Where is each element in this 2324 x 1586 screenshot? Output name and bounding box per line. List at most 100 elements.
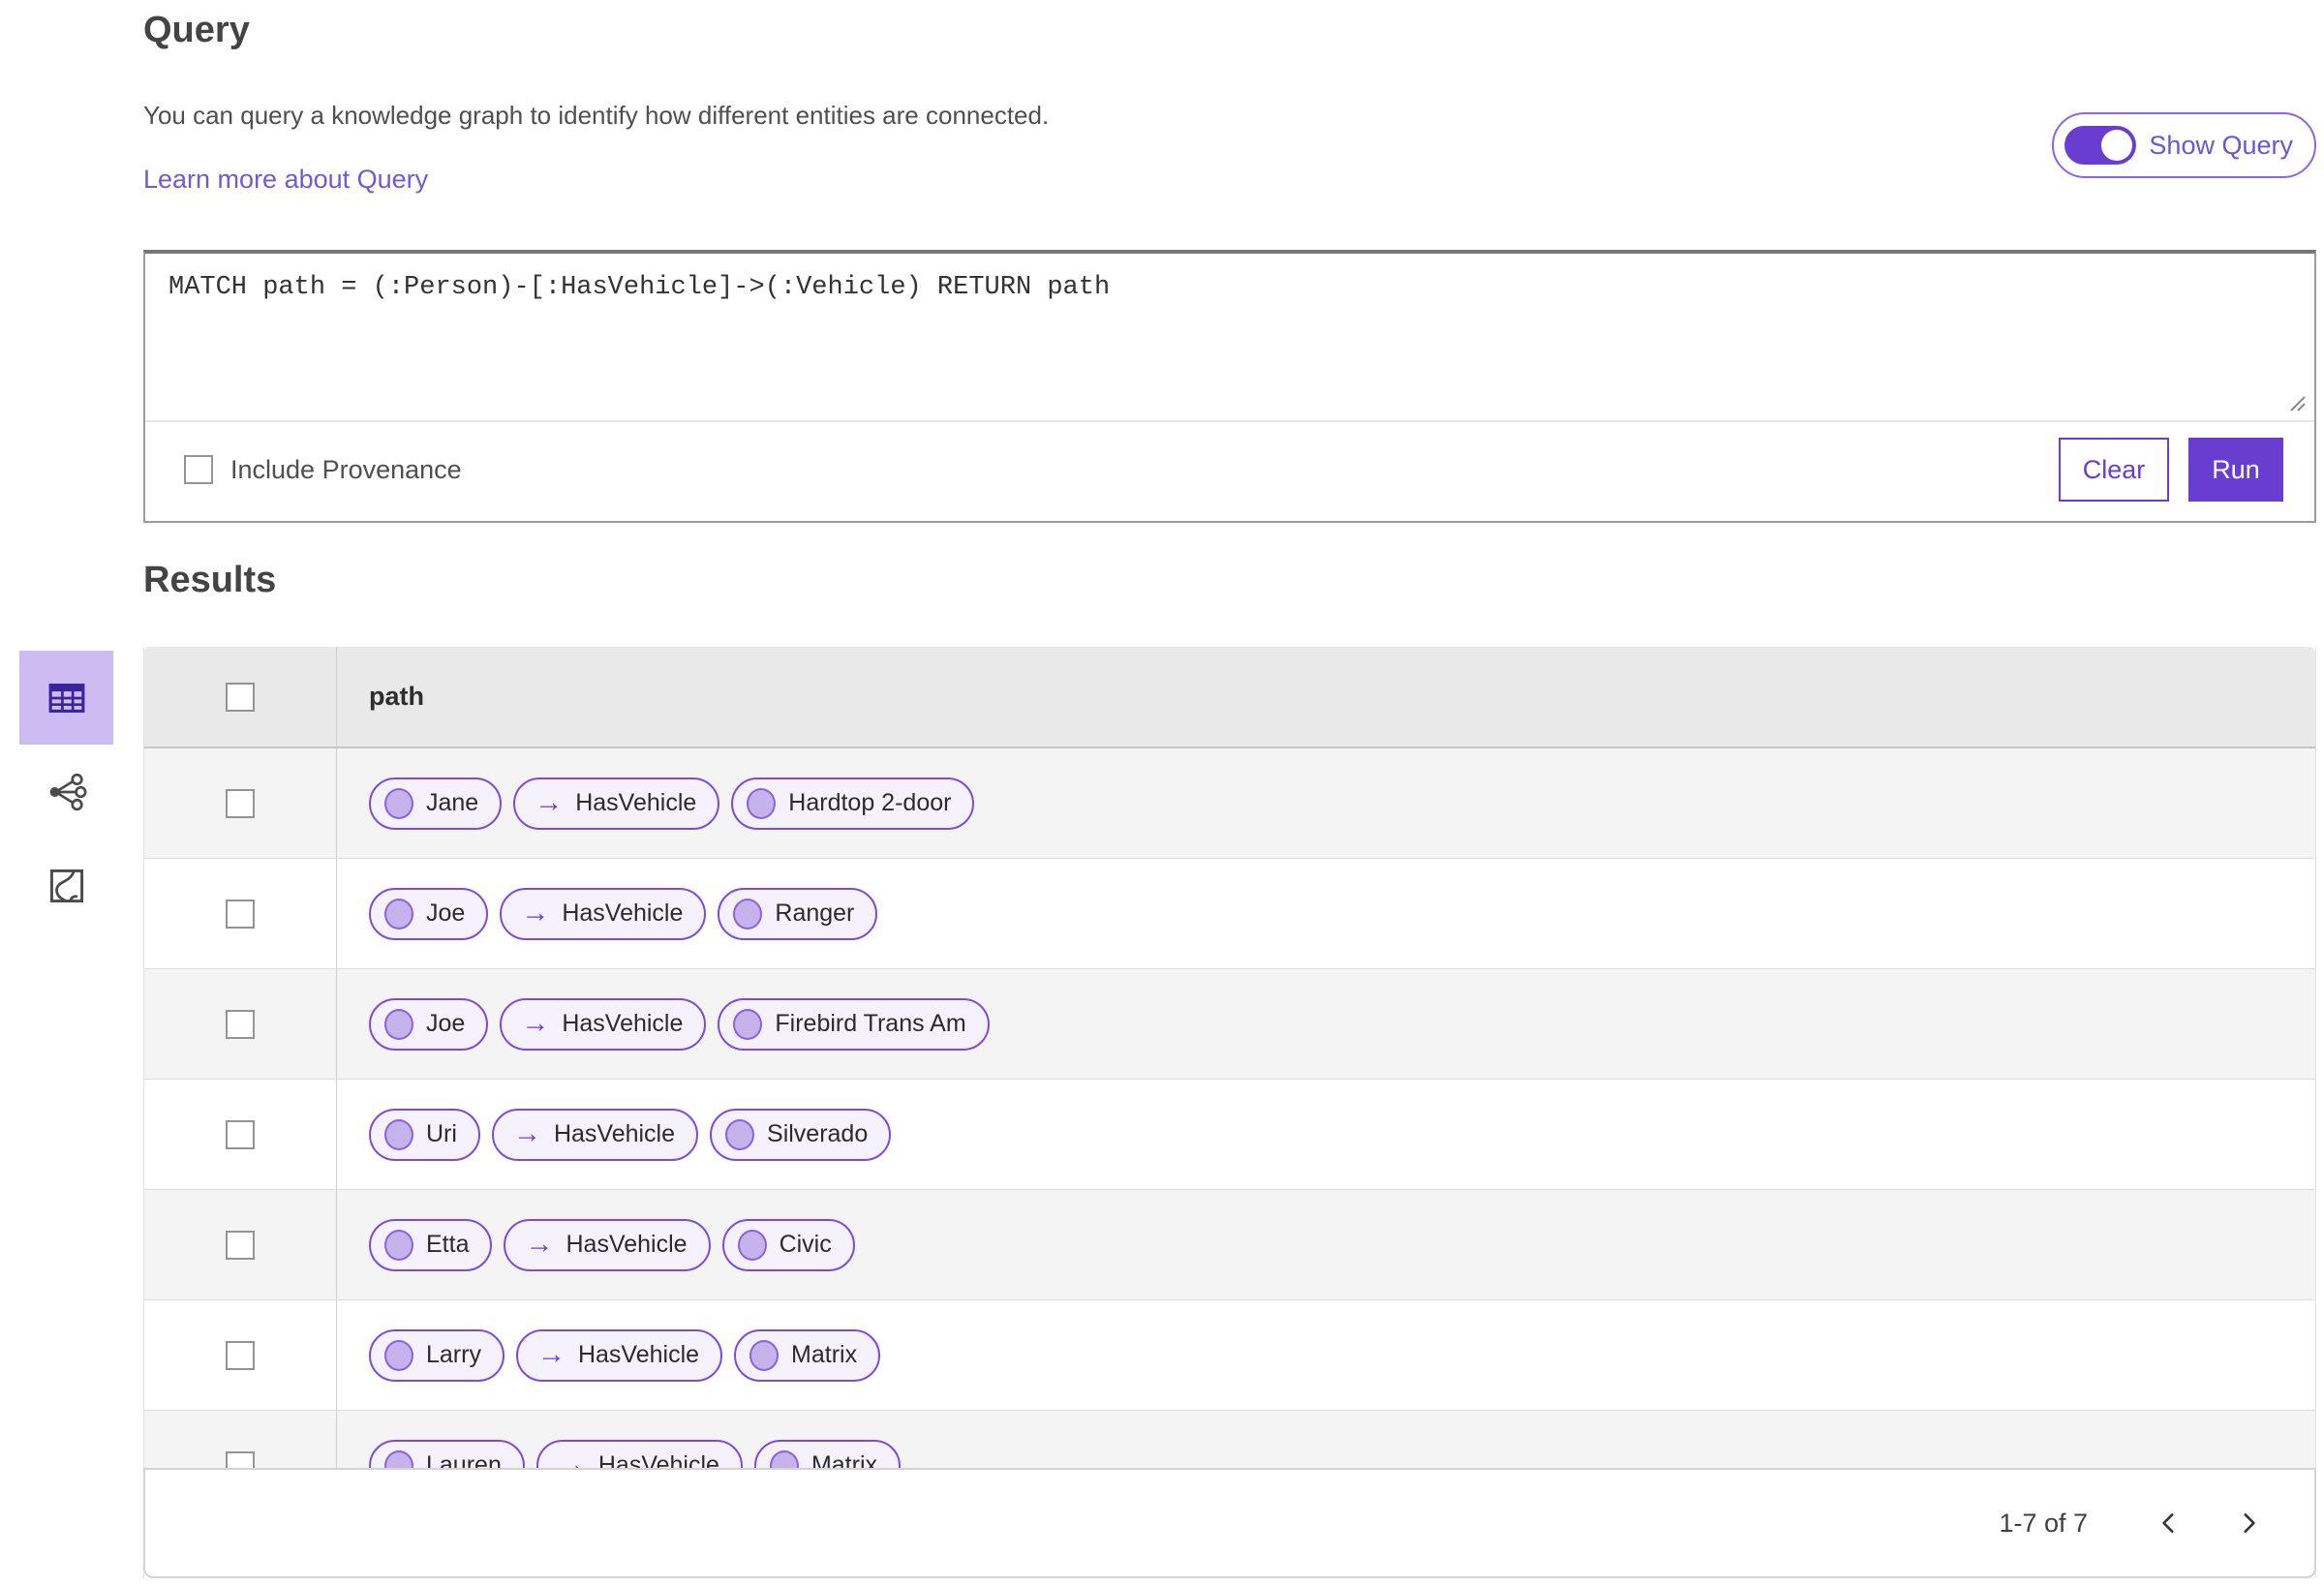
row-checkbox-cell bbox=[144, 1080, 337, 1189]
query-editor-panel: MATCH path = (:Person)-[:HasVehicle]->(:… bbox=[143, 250, 2316, 523]
results-table: path Jane → HasVehicle Hardtop 2-door Jo… bbox=[143, 647, 2316, 1578]
node-icon bbox=[725, 1118, 755, 1150]
edge-pill[interactable]: → HasVehicle bbox=[500, 997, 707, 1051]
target-node-label: Civic bbox=[779, 1231, 832, 1258]
node-icon bbox=[733, 1008, 763, 1040]
show-query-toggle[interactable]: Show Query bbox=[2052, 112, 2316, 178]
arrow-right-icon: → bbox=[512, 1118, 541, 1149]
source-node-pill[interactable]: Uri bbox=[369, 1108, 480, 1161]
row-checkbox[interactable] bbox=[226, 1009, 255, 1039]
select-all-checkbox[interactable] bbox=[226, 682, 255, 712]
arrow-right-icon: → bbox=[525, 1229, 554, 1260]
map-view-button[interactable] bbox=[19, 839, 113, 932]
source-node-label: Joe bbox=[426, 900, 466, 927]
node-icon bbox=[737, 1229, 767, 1261]
results-view-switcher bbox=[19, 651, 113, 932]
path-cell: Uri → HasVehicle Silverado bbox=[337, 1108, 2315, 1161]
source-node-label: Etta bbox=[426, 1231, 470, 1258]
node-icon bbox=[749, 1339, 780, 1371]
include-provenance-control[interactable]: Include Provenance bbox=[184, 455, 462, 485]
query-description: You can query a knowledge graph to ident… bbox=[143, 101, 1050, 130]
edge-label: HasVehicle bbox=[562, 900, 684, 927]
table-header-row: path bbox=[144, 647, 2315, 748]
edge-pill[interactable]: → HasVehicle bbox=[491, 1108, 699, 1161]
edge-label: HasVehicle bbox=[562, 1010, 684, 1037]
source-node-pill[interactable]: Jane bbox=[369, 777, 503, 830]
run-button[interactable]: Run bbox=[2188, 438, 2283, 502]
table-row: Etta → HasVehicle Civic bbox=[144, 1190, 2315, 1300]
previous-page-button[interactable] bbox=[2146, 1500, 2192, 1546]
node-icon bbox=[384, 787, 413, 819]
row-checkbox-cell bbox=[144, 969, 337, 1079]
row-checkbox[interactable] bbox=[226, 1340, 255, 1370]
include-provenance-checkbox[interactable] bbox=[184, 455, 213, 484]
header-checkbox-cell bbox=[144, 647, 337, 747]
show-query-label: Show Query bbox=[2149, 130, 2293, 160]
edge-pill[interactable]: → HasVehicle bbox=[515, 1328, 723, 1382]
node-icon bbox=[384, 1229, 413, 1261]
table-row: Jane → HasVehicle Hardtop 2-door bbox=[144, 748, 2315, 859]
row-checkbox-cell bbox=[144, 748, 337, 858]
next-page-button[interactable] bbox=[2225, 1500, 2272, 1546]
row-checkbox-cell bbox=[144, 859, 337, 968]
clear-button[interactable]: Clear bbox=[2059, 438, 2169, 502]
row-checkbox[interactable] bbox=[226, 899, 255, 929]
table-row: Joe → HasVehicle Ranger bbox=[144, 859, 2315, 969]
results-title: Results bbox=[143, 560, 277, 600]
node-icon bbox=[747, 787, 777, 819]
chevron-left-icon bbox=[2162, 1513, 2174, 1533]
table-body: Jane → HasVehicle Hardtop 2-door Joe → H… bbox=[144, 748, 2315, 1521]
row-checkbox-cell bbox=[144, 1190, 337, 1299]
edge-pill[interactable]: → HasVehicle bbox=[500, 887, 707, 940]
target-node-pill[interactable]: Hardtop 2-door bbox=[731, 777, 975, 830]
table-view-button[interactable] bbox=[19, 651, 113, 745]
source-node-pill[interactable]: Joe bbox=[369, 997, 489, 1051]
source-node-pill[interactable]: Larry bbox=[369, 1328, 505, 1382]
query-input[interactable]: MATCH path = (:Person)-[:HasVehicle]->(:… bbox=[145, 254, 2314, 420]
edge-pill[interactable]: → HasVehicle bbox=[504, 1218, 711, 1271]
table-row: Uri → HasVehicle Silverado bbox=[144, 1080, 2315, 1190]
pagination-bar: 1-7 of 7 bbox=[143, 1468, 2316, 1578]
arrow-right-icon: → bbox=[521, 898, 550, 929]
chevron-right-icon bbox=[2244, 1513, 2255, 1533]
row-checkbox[interactable] bbox=[226, 1230, 255, 1260]
row-checkbox[interactable] bbox=[226, 788, 255, 818]
node-icon bbox=[384, 1339, 413, 1371]
table-icon bbox=[48, 683, 84, 713]
node-icon bbox=[384, 898, 413, 930]
source-node-pill[interactable]: Etta bbox=[369, 1218, 493, 1271]
edge-label: HasVehicle bbox=[566, 1231, 688, 1258]
link-chart-icon bbox=[49, 773, 87, 810]
results-panel: path Jane → HasVehicle Hardtop 2-door Jo… bbox=[143, 647, 2316, 1578]
query-page: Query You can query a knowledge graph to… bbox=[0, 0, 2324, 1586]
toggle-switch-icon[interactable] bbox=[2064, 126, 2137, 165]
source-node-pill[interactable]: Joe bbox=[369, 887, 489, 940]
resize-handle-icon[interactable] bbox=[2285, 391, 2307, 412]
path-cell: Joe → HasVehicle Firebird Trans Am bbox=[337, 997, 2315, 1051]
pagination-range-label: 1-7 of 7 bbox=[1999, 1508, 2088, 1538]
target-node-pill[interactable]: Silverado bbox=[710, 1108, 892, 1161]
query-actions-bar: Include Provenance Clear Run bbox=[145, 420, 2314, 517]
row-checkbox-cell bbox=[144, 1300, 337, 1410]
table-row: Larry → HasVehicle Matrix bbox=[144, 1300, 2315, 1411]
map-icon bbox=[49, 869, 83, 902]
target-node-pill[interactable]: Civic bbox=[721, 1218, 855, 1271]
node-icon bbox=[733, 898, 763, 930]
edge-pill[interactable]: → HasVehicle bbox=[513, 777, 720, 830]
source-node-label: Uri bbox=[426, 1120, 457, 1147]
target-node-label: Firebird Trans Am bbox=[775, 1010, 966, 1037]
source-node-label: Larry bbox=[426, 1341, 481, 1368]
target-node-label: Silverado bbox=[767, 1120, 869, 1147]
arrow-right-icon: → bbox=[521, 1008, 550, 1039]
target-node-pill[interactable]: Firebird Trans Am bbox=[718, 997, 990, 1051]
row-checkbox[interactable] bbox=[226, 1119, 255, 1149]
table-row: Joe → HasVehicle Firebird Trans Am bbox=[144, 969, 2315, 1080]
path-cell: Joe → HasVehicle Ranger bbox=[337, 887, 2315, 940]
target-node-pill[interactable]: Matrix bbox=[734, 1328, 881, 1382]
learn-more-link[interactable]: Learn more about Query bbox=[143, 165, 428, 195]
target-node-pill[interactable]: Ranger bbox=[718, 887, 878, 940]
page-title: Query bbox=[143, 10, 250, 50]
path-cell: Larry → HasVehicle Matrix bbox=[337, 1328, 2315, 1382]
toggle-knob bbox=[2101, 130, 2133, 161]
link-chart-view-button[interactable] bbox=[19, 745, 113, 839]
